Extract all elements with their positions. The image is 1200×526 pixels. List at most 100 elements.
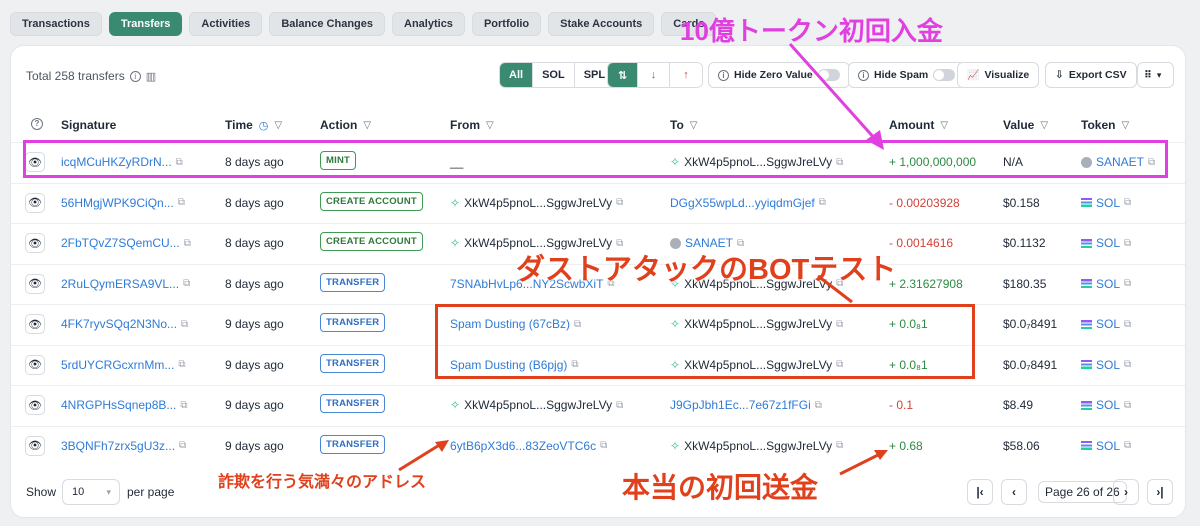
signature-link[interactable]: 2RuLQymERSA9VL... bbox=[61, 277, 179, 291]
next-page-icon[interactable]: › bbox=[1113, 479, 1139, 505]
time-cell: 8 days ago bbox=[225, 195, 284, 210]
filter-icon[interactable]: ▽ bbox=[1121, 120, 1129, 131]
clock-icon[interactable]: ◷ bbox=[259, 119, 269, 132]
view-details-icon[interactable]: 👁 bbox=[25, 435, 45, 456]
chart-icon[interactable]: ▥ bbox=[146, 70, 156, 83]
info-icon[interactable]: i bbox=[129, 70, 141, 82]
filter-icon[interactable]: ▽ bbox=[486, 120, 494, 131]
first-page-icon[interactable]: |‹ bbox=[967, 479, 993, 505]
chevron-down-icon: ▾ bbox=[106, 486, 111, 497]
token-link[interactable]: SOL bbox=[1096, 439, 1120, 453]
copy-icon[interactable]: ⧉ bbox=[819, 197, 826, 208]
highlight-box-dust bbox=[435, 304, 975, 379]
signature-link[interactable]: 2FbTQvZ7SQemCU... bbox=[61, 236, 180, 250]
token-link[interactable]: SOL bbox=[1096, 358, 1120, 372]
copy-icon[interactable]: ⧉ bbox=[184, 238, 191, 249]
export-csv-button[interactable]: ⇩ Export CSV bbox=[1045, 62, 1137, 88]
copy-icon[interactable]: ⧉ bbox=[183, 278, 190, 289]
copy-icon[interactable]: ⧉ bbox=[1124, 400, 1131, 411]
copy-icon[interactable]: ⧉ bbox=[178, 359, 185, 370]
from-cell: ✧ XkW4p5pnoL...SggwJreLVy ⧉ bbox=[450, 196, 623, 210]
signature-link[interactable]: 4NRGPHsSqnep8B... bbox=[61, 398, 176, 412]
copy-icon[interactable]: ⧉ bbox=[815, 400, 822, 411]
columns-menu-button[interactable]: ⠿ ▾ bbox=[1137, 62, 1174, 88]
token-link[interactable]: SOL bbox=[1096, 317, 1120, 331]
visualize-label: Visualize bbox=[984, 69, 1030, 81]
filter-icon[interactable]: ▽ bbox=[274, 120, 282, 131]
copy-icon[interactable]: ⧉ bbox=[1124, 359, 1131, 370]
signature-link[interactable]: 56HMgjWPK9CiQn... bbox=[61, 196, 174, 210]
tab-balance-changes[interactable]: Balance Changes bbox=[269, 12, 386, 36]
copy-icon[interactable]: ⧉ bbox=[178, 197, 185, 208]
sol-token-icon bbox=[1081, 441, 1092, 450]
copy-icon[interactable]: ⧉ bbox=[600, 440, 607, 451]
export-label: Export CSV bbox=[1068, 69, 1127, 81]
table-header: ? Signature Time ◷ ▽ Action ▽ From ▽ To ▽ Amo… bbox=[11, 110, 1185, 140]
token-link[interactable]: SOL bbox=[1096, 398, 1120, 412]
copy-icon[interactable]: ⧉ bbox=[1124, 197, 1131, 208]
copy-icon[interactable]: ⧉ bbox=[1124, 319, 1131, 330]
per-page-select[interactable]: 10 ▾ bbox=[62, 479, 120, 505]
from-address[interactable]: XkW4p5pnoL...SggwJreLVy bbox=[464, 398, 612, 412]
amount-cell: - 0.0014616 bbox=[889, 236, 954, 250]
token-link[interactable]: SOL bbox=[1096, 196, 1120, 210]
to-cell: J9GpJbh1Ec...7e67z1fFGi ⧉ bbox=[670, 398, 822, 412]
tab-activities[interactable]: Activities bbox=[189, 12, 263, 36]
hide-spam-switch[interactable] bbox=[933, 69, 956, 81]
copy-icon[interactable]: ⧉ bbox=[180, 400, 187, 411]
filter-icon[interactable]: ▽ bbox=[940, 120, 948, 131]
from-cell: ✧ XkW4p5pnoL...SggwJreLVy ⧉ bbox=[450, 398, 623, 412]
copy-icon[interactable]: ⧉ bbox=[1124, 440, 1131, 451]
token-link[interactable]: SOL bbox=[1096, 236, 1120, 250]
view-details-icon[interactable]: 👁 bbox=[25, 233, 45, 253]
direction-out-icon[interactable]: ↑ bbox=[670, 63, 702, 87]
to-address[interactable]: DGgX55wpLd...yyiqdmGjef bbox=[670, 196, 815, 210]
copy-icon[interactable]: ⧉ bbox=[1124, 278, 1131, 289]
from-address[interactable]: XkW4p5pnoL...SggwJreLVy bbox=[464, 196, 612, 210]
copy-icon[interactable]: ⧉ bbox=[181, 319, 188, 330]
from-cell: 6ytB6pX3d6...83ZeoVTC6c ⧉ bbox=[450, 439, 607, 453]
amount-cell: - 0.1 bbox=[889, 398, 914, 412]
filter-icon[interactable]: ▽ bbox=[1040, 120, 1048, 131]
filter-icon[interactable]: ▽ bbox=[363, 120, 371, 131]
tab-stake-accounts[interactable]: Stake Accounts bbox=[548, 12, 655, 36]
token-link[interactable]: SOL bbox=[1096, 277, 1120, 291]
to-address[interactable]: J9GpJbh1Ec...7e67z1fFGi bbox=[670, 398, 811, 412]
visualize-button[interactable]: 📈 Visualize bbox=[957, 62, 1040, 88]
view-details-icon[interactable]: 👁 bbox=[25, 354, 45, 375]
filter-icon[interactable]: ▽ bbox=[690, 120, 698, 131]
action-cell: CREATE ACCOUNT bbox=[320, 191, 423, 211]
view-details-icon[interactable]: 👁 bbox=[25, 395, 45, 415]
copy-icon[interactable]: ⧉ bbox=[179, 440, 186, 451]
to-address[interactable]: XkW4p5pnoL...SggwJreLVy bbox=[684, 439, 832, 453]
tab-transactions[interactable]: Transactions bbox=[10, 12, 102, 36]
header-time: Time ◷ ▽ bbox=[225, 118, 283, 132]
tab-analytics[interactable]: Analytics bbox=[392, 12, 465, 36]
action-badge: CREATE ACCOUNT bbox=[320, 232, 423, 251]
view-details-icon[interactable]: 👁 bbox=[25, 314, 45, 334]
help-icon[interactable]: ? bbox=[31, 118, 43, 130]
wallet-icon: ✧ bbox=[450, 195, 461, 210]
signature-link[interactable]: 4FK7ryvSQq2N3No... bbox=[61, 317, 177, 331]
filter-sol-button[interactable]: SOL bbox=[533, 63, 575, 87]
value-cell: $8.49 bbox=[1003, 398, 1034, 412]
header-from: From ▽ bbox=[450, 118, 494, 132]
copy-icon[interactable]: ⧉ bbox=[616, 400, 623, 411]
prev-page-icon[interactable]: ‹ bbox=[1001, 479, 1027, 505]
direction-both-icon[interactable]: ⇅ bbox=[608, 63, 638, 87]
copy-icon[interactable]: ⧉ bbox=[616, 197, 623, 208]
total-label: Total 258 transfers bbox=[26, 69, 125, 83]
view-details-icon[interactable]: 👁 bbox=[25, 192, 45, 213]
arrow-dust bbox=[817, 274, 853, 304]
filter-all-button[interactable]: All bbox=[500, 63, 534, 87]
tab-portfolio[interactable]: Portfolio bbox=[471, 12, 542, 36]
value-cell: $58.06 bbox=[1003, 438, 1040, 453]
from-address[interactable]: 6ytB6pX3d6...83ZeoVTC6c bbox=[450, 439, 596, 453]
signature-link[interactable]: 5rdUYCRGcxrnMm... bbox=[61, 358, 174, 372]
view-details-icon[interactable]: 👁 bbox=[25, 273, 45, 294]
direction-in-icon[interactable]: ↓ bbox=[638, 63, 670, 87]
signature-link[interactable]: 3BQNFh7zrx5gU3z... bbox=[61, 439, 175, 453]
tab-transfers[interactable]: Transfers bbox=[108, 12, 183, 36]
last-page-icon[interactable]: ›| bbox=[1147, 479, 1173, 505]
copy-icon[interactable]: ⧉ bbox=[1124, 238, 1131, 249]
